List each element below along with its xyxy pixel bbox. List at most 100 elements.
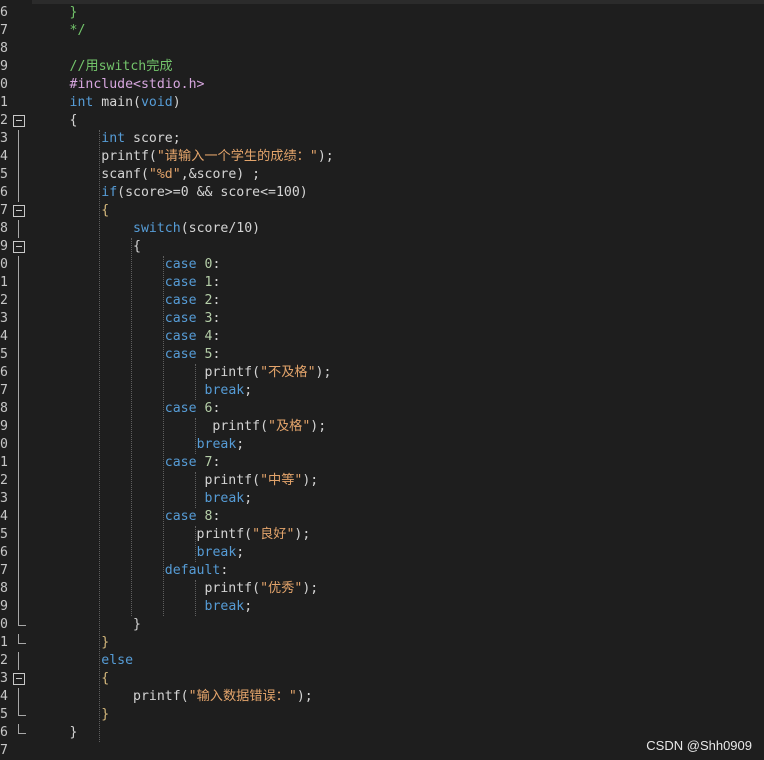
code-text: }	[6, 616, 141, 634]
code-text: {	[6, 238, 141, 256]
code-line[interactable]: 2 case 2:	[0, 292, 764, 310]
code-line[interactable]: 6 if(score>=0 && score<=100)	[0, 184, 764, 202]
code-token: {	[6, 671, 110, 686]
code-token: :	[212, 347, 221, 362]
code-line[interactable]: 5 scanf("%d",&score) ;	[0, 166, 764, 184]
code-line[interactable]: 3 case 3:	[0, 310, 764, 328]
code-text: printf("及格");	[6, 418, 326, 436]
code-line[interactable]: 1 }	[0, 634, 764, 652]
code-token: );	[315, 365, 332, 380]
code-text: if(score>=0 && score<=100)	[6, 184, 307, 202]
code-token: case	[164, 329, 197, 344]
code-line[interactable]: 1 case 1:	[0, 274, 764, 292]
code-token: ;	[236, 545, 245, 560]
code-text: case 4:	[6, 328, 221, 346]
code-line[interactable]: 3 break;	[0, 490, 764, 508]
code-text: case 0:	[6, 256, 221, 274]
code-token: */	[6, 23, 86, 38]
code-line[interactable]: 4 printf("输入数据错误：");	[0, 688, 764, 706]
code-token: case	[164, 257, 197, 272]
code-line[interactable]: 2 printf("中等");	[0, 472, 764, 490]
code-line[interactable]: 0 }	[0, 616, 764, 634]
code-editor[interactable]: 6 } 7 */8 9 //用switch完成 0 #include<stdio.h>…	[0, 0, 764, 759]
code-line[interactable]: 7 default:	[0, 562, 764, 580]
code-line[interactable]: 9 break;	[0, 598, 764, 616]
code-token: printf(	[6, 527, 253, 542]
code-token: }	[6, 617, 141, 632]
code-line[interactable]: 4 case 8:	[0, 508, 764, 526]
code-line[interactable]: 9 //用switch完成	[0, 58, 764, 76]
code-token: scanf(	[6, 167, 149, 182]
code-text: printf("良好");	[6, 526, 311, 544]
indent-guide	[162, 256, 164, 616]
code-line[interactable]: 8 switch(score/10)	[0, 220, 764, 238]
code-line[interactable]: 1 case 7:	[0, 454, 764, 472]
code-token: case	[164, 311, 197, 326]
code-line[interactable]: 5 }	[0, 706, 764, 724]
code-line[interactable]: 3 {	[0, 670, 764, 688]
code-token: :	[212, 257, 221, 272]
code-text: int main(void)	[6, 94, 181, 112]
indent-guide	[194, 526, 196, 562]
code-line[interactable]: 8 case 6:	[0, 400, 764, 418]
code-line[interactable]: 6 printf("不及格");	[0, 364, 764, 382]
code-line[interactable]: 7 break;	[0, 382, 764, 400]
code-line[interactable]: 2 {	[0, 112, 764, 130]
code-line[interactable]: 0 case 0:	[0, 256, 764, 274]
code-token: case	[164, 455, 197, 470]
line-number: 8	[0, 41, 8, 56]
code-token: //用switch完成	[6, 59, 173, 74]
code-token: ,&score) ;	[180, 167, 261, 182]
indent-guide	[194, 364, 196, 400]
code-line[interactable]: 7 {	[0, 202, 764, 220]
code-line[interactable]: 8	[0, 40, 764, 58]
code-token: "及格"	[268, 419, 311, 434]
code-line[interactable]: 9 printf("及格");	[0, 418, 764, 436]
code-line[interactable]: 6 break;	[0, 544, 764, 562]
code-text: }	[6, 634, 109, 652]
code-token: printf(	[6, 473, 261, 488]
code-line[interactable]: 7 */	[0, 22, 764, 40]
code-line[interactable]: 8 printf("优秀");	[0, 580, 764, 598]
code-token: (score/10)	[180, 221, 261, 236]
code-token: :	[212, 455, 221, 470]
code-line[interactable]: 3 int score;	[0, 130, 764, 148]
code-token: "%d"	[148, 167, 181, 182]
code-line[interactable]: 9 {	[0, 238, 764, 256]
code-token: else	[101, 653, 134, 668]
code-line[interactable]: 1 int main(void)	[0, 94, 764, 112]
code-line[interactable]: 2 else	[0, 652, 764, 670]
code-token: );	[296, 689, 313, 704]
code-line[interactable]: 5 printf("良好");	[0, 526, 764, 544]
code-line[interactable]: 0 break;	[0, 436, 764, 454]
code-text: break;	[6, 436, 245, 454]
code-text: }	[6, 724, 78, 742]
code-text: }	[6, 706, 109, 724]
code-token: "良好"	[252, 527, 295, 542]
code-token: }	[6, 5, 78, 20]
code-line[interactable]: 4 printf("请输入一个学生的成绩：");	[0, 148, 764, 166]
code-token: printf(	[6, 149, 157, 164]
code-line[interactable]: 5 case 5:	[0, 346, 764, 364]
code-line[interactable]: 6 }	[0, 4, 764, 22]
code-text: #include<stdio.h>	[6, 76, 205, 94]
indent-guide	[194, 580, 196, 616]
code-line[interactable]: 4 case 4:	[0, 328, 764, 346]
code-line[interactable]: 0 #include<stdio.h>	[0, 76, 764, 94]
